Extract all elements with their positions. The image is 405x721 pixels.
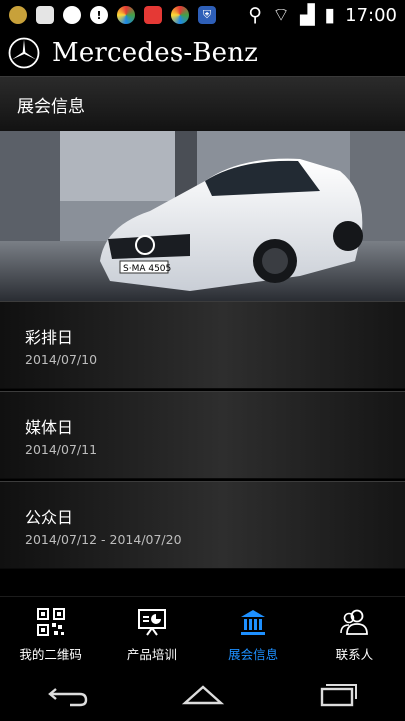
- system-nav-bar: [0, 666, 405, 721]
- app-bar: Mercedes-Benz: [0, 30, 405, 76]
- sync-icon: [63, 6, 81, 24]
- contacts-icon: [340, 609, 369, 635]
- alert-icon: !: [90, 6, 108, 24]
- tab-label: 我的二维码: [19, 647, 82, 662]
- event-name: 彩排日: [25, 328, 74, 347]
- battery-icon: ▮: [324, 4, 336, 26]
- event-item-public[interactable]: 公众日 2014/07/12 - 2014/07/20: [0, 481, 405, 569]
- page-title: 展会信息: [17, 97, 85, 117]
- app-notification-icon: [9, 6, 27, 24]
- page-header: 展会信息: [0, 76, 405, 133]
- bottom-tab-bar: 我的二维码 产品培训 展会信息 联系人: [0, 596, 405, 667]
- tab-my-qr-code[interactable]: 我的二维码: [0, 597, 101, 667]
- signal-icon: ▟: [300, 4, 315, 26]
- status-time: 17:00: [345, 4, 397, 26]
- home-icon[interactable]: [181, 681, 225, 707]
- event-item-rehearsal[interactable]: 彩排日 2014/07/10: [0, 301, 405, 389]
- tab-label: 展会信息: [228, 647, 279, 662]
- tab-exhibition-info[interactable]: 展会信息: [203, 597, 304, 667]
- event-date: 2014/07/10: [25, 352, 98, 367]
- status-bar: ! ⛨ ⚲ ⌔ ▟ ▮ 17:00: [0, 0, 405, 30]
- app-icon: [117, 6, 135, 24]
- license-plate: S·MA 4505: [123, 264, 171, 274]
- tab-contacts[interactable]: 联系人: [304, 597, 405, 667]
- app-icon: [144, 6, 162, 24]
- brand-title: Mercedes-Benz: [52, 38, 259, 68]
- qr-code-icon: [36, 608, 65, 636]
- event-date: 2014/07/11: [25, 442, 98, 457]
- recent-apps-icon[interactable]: [316, 681, 360, 707]
- event-item-media[interactable]: 媒体日 2014/07/11: [0, 391, 405, 479]
- mercedes-star-logo: [8, 37, 40, 69]
- event-name: 公众日: [25, 508, 74, 527]
- presentation-icon: [137, 609, 166, 636]
- exhibition-hall-icon: [241, 610, 266, 635]
- event-date: 2014/07/12 - 2014/07/20: [25, 532, 182, 547]
- event-name: 媒体日: [25, 418, 74, 437]
- event-list: 彩排日 2014/07/10 媒体日 2014/07/11 公众日 2014/0…: [0, 301, 405, 571]
- tab-product-training[interactable]: 产品培训: [101, 597, 202, 667]
- location-icon: ⚲: [248, 4, 263, 26]
- hero-car-image: S·MA 4505: [0, 131, 405, 301]
- back-icon[interactable]: [46, 681, 90, 707]
- wifi-icon: ⌔: [272, 4, 291, 26]
- app-icon: [171, 6, 189, 24]
- tab-label: 产品培训: [126, 647, 177, 662]
- shield-icon: ⛨: [198, 6, 216, 24]
- image-icon: [36, 6, 54, 24]
- tab-label: 联系人: [335, 647, 374, 662]
